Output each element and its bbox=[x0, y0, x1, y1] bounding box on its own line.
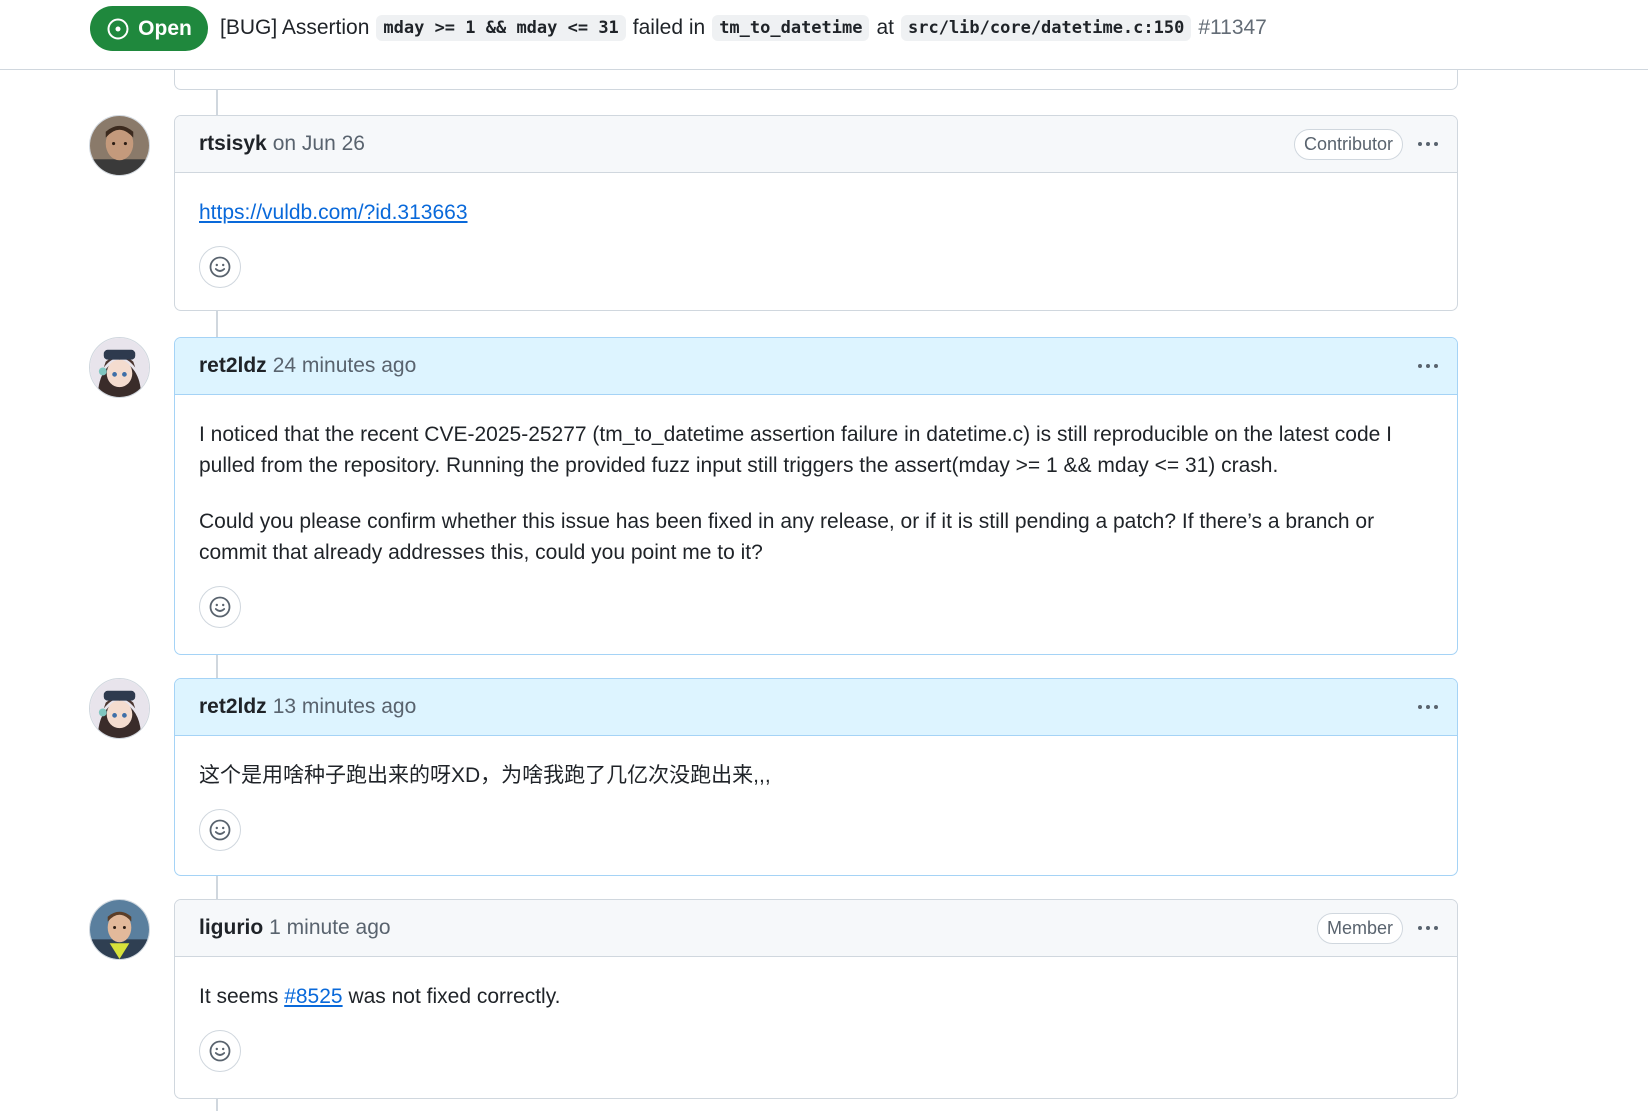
comment-body: 这个是用啥种子跑出来的呀XD，为啥我跑了几亿次没跑出来,,, bbox=[175, 736, 1457, 851]
avatar[interactable] bbox=[89, 678, 150, 739]
smiley-icon bbox=[209, 596, 231, 618]
comment-author[interactable]: ligurio bbox=[199, 916, 263, 940]
issue-opened-icon bbox=[107, 18, 129, 39]
comment-box: ret2ldz 13 minutes ago 这个是用啥种子跑出来的呀XD，为啥… bbox=[174, 678, 1458, 876]
avatar-ret2ldz-icon bbox=[90, 338, 149, 397]
smiley-icon bbox=[209, 1040, 231, 1062]
comment-header: ligurio 1 minute ago Member bbox=[175, 900, 1457, 957]
vuldb-link[interactable]: https://vuldb.com/?id.313663 bbox=[199, 201, 468, 224]
comment-author[interactable]: ret2ldz bbox=[199, 695, 267, 719]
add-reaction-button[interactable] bbox=[199, 246, 241, 288]
comment-author[interactable]: ret2ldz bbox=[199, 354, 267, 378]
title-code-location: src/lib/core/datetime.c:150 bbox=[901, 15, 1192, 41]
comment-header: rtsisyk on Jun 26 Contributor bbox=[175, 116, 1457, 173]
kebab-horizontal-icon[interactable] bbox=[1413, 352, 1443, 380]
kebab-horizontal-icon[interactable] bbox=[1413, 693, 1443, 721]
smiley-icon bbox=[209, 819, 231, 841]
avatar[interactable] bbox=[89, 899, 150, 960]
add-reaction-button[interactable] bbox=[199, 809, 241, 851]
comment-paragraph: I noticed that the recent CVE-2025-25277… bbox=[199, 423, 1392, 477]
comment-body: https://vuldb.com/?id.313663 bbox=[175, 173, 1457, 288]
comment-header: ret2ldz 13 minutes ago bbox=[175, 679, 1457, 736]
issue-state-label: Open bbox=[138, 16, 192, 40]
title-code-condition: mday >= 1 && mday <= 31 bbox=[376, 15, 626, 41]
comment-body: It seems #8525 was not fixed correctly. bbox=[175, 957, 1457, 1072]
issue-reference-link[interactable]: #8525 bbox=[284, 985, 342, 1008]
role-badge: Contributor bbox=[1293, 129, 1403, 160]
comment-text-before: It seems bbox=[199, 985, 285, 1008]
smiley-icon bbox=[209, 256, 231, 278]
kebab-horizontal-icon[interactable] bbox=[1413, 914, 1443, 942]
comment-box: rtsisyk on Jun 26 Contributor https://vu… bbox=[174, 115, 1458, 311]
comment-timestamp[interactable]: on Jun 26 bbox=[273, 132, 365, 156]
avatar-rtsisyk-icon bbox=[90, 116, 149, 175]
avatar-ret2ldz-icon bbox=[90, 679, 149, 738]
title-code-function: tm_to_datetime bbox=[712, 15, 870, 41]
issue-title[interactable]: [BUG] Assertion mday >= 1 && mday <= 31 … bbox=[220, 12, 1267, 44]
avatar-ligurio-icon bbox=[90, 900, 149, 959]
comment-header: ret2ldz 24 minutes ago bbox=[175, 338, 1457, 395]
comment-body: I noticed that the recent CVE-2025-25277… bbox=[175, 395, 1457, 628]
role-badge: Member bbox=[1316, 913, 1403, 944]
title-mid-text: failed in bbox=[632, 16, 706, 39]
comment-author[interactable]: rtsisyk bbox=[199, 132, 267, 156]
issue-state-badge: Open bbox=[90, 6, 208, 51]
comment-box: ret2ldz 24 minutes ago I noticed that th… bbox=[174, 337, 1458, 655]
comment-paragraph: Could you please confirm whether this is… bbox=[199, 510, 1375, 564]
avatar[interactable] bbox=[89, 115, 150, 176]
issue-number: #11347 bbox=[1198, 16, 1267, 39]
add-reaction-button[interactable] bbox=[199, 1030, 241, 1072]
sticky-issue-header: Open [BUG] Assertion mday >= 1 && mday <… bbox=[0, 0, 1648, 70]
comment-timestamp[interactable]: 13 minutes ago bbox=[273, 695, 417, 719]
kebab-horizontal-icon[interactable] bbox=[1413, 130, 1443, 158]
comment-paragraph: 这个是用啥种子跑出来的呀XD，为啥我跑了几亿次没跑出来,,, bbox=[199, 764, 771, 787]
comment-text-after: was not fixed correctly. bbox=[342, 985, 561, 1008]
comment-paragraph: It seems #8525 was not fixed correctly. bbox=[199, 981, 1433, 1012]
comment-timestamp[interactable]: 24 minutes ago bbox=[273, 354, 417, 378]
title-prefix: [BUG] Assertion bbox=[220, 16, 370, 39]
comment-box: ligurio 1 minute ago Member It seems #85… bbox=[174, 899, 1458, 1099]
comment-timestamp[interactable]: 1 minute ago bbox=[269, 916, 390, 940]
avatar[interactable] bbox=[89, 337, 150, 398]
title-at-text: at bbox=[876, 16, 894, 39]
add-reaction-button[interactable] bbox=[199, 586, 241, 628]
